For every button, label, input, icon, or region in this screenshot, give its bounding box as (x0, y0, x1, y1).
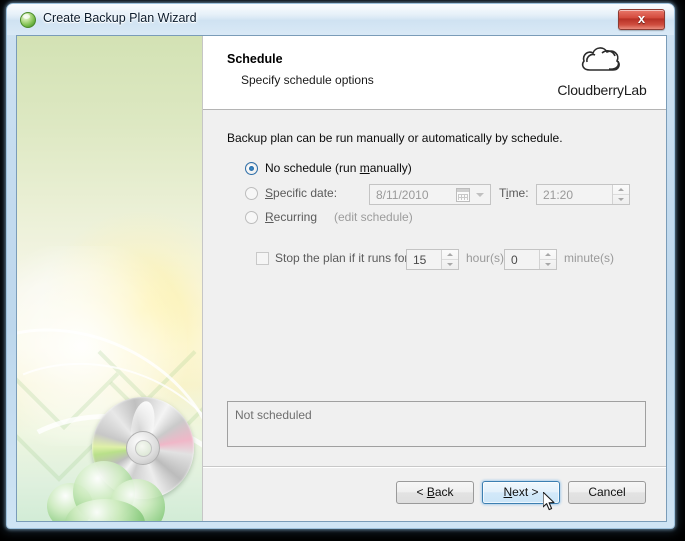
cloudberrylab-logo: CloudberryLab (548, 44, 656, 106)
wizard-banner-image (17, 36, 203, 521)
stop-hours-input[interactable]: 15 (406, 249, 459, 270)
stop-hours-value: 15 (413, 253, 427, 267)
time-spinner-up[interactable] (613, 185, 629, 195)
page-title: Schedule (227, 52, 283, 66)
edit-schedule-link[interactable]: (edit schedule) (334, 210, 413, 224)
date-picker[interactable]: 8/11/2010 (369, 184, 491, 205)
date-picker-value: 8/11/2010 (376, 188, 429, 202)
radio-no-schedule-indicator (245, 162, 258, 175)
schedule-summary-box: Not scheduled (227, 401, 646, 447)
radio-recurring-label: Recurring (265, 210, 318, 224)
schedule-summary-text: Not scheduled (235, 408, 312, 422)
stop-hours-spinner-down[interactable] (442, 260, 458, 270)
stop-minutes-spinner-up[interactable] (540, 250, 556, 260)
stop-minutes-input[interactable]: 0 (504, 249, 557, 270)
app-icon (20, 12, 36, 28)
stop-hours-spinner[interactable] (441, 250, 458, 269)
calendar-icon (456, 188, 470, 202)
window-title: Create Backup Plan Wizard (43, 11, 197, 25)
content-panel: Schedule Specify schedule options Cloudb… (203, 36, 666, 521)
stop-minutes-unit: minute(s) (564, 251, 615, 265)
close-button[interactable]: x (618, 9, 665, 30)
green-cloud-graphic (47, 455, 172, 521)
time-label: Time: (499, 186, 529, 200)
stop-hours-unit: hour(s) (466, 251, 505, 265)
footer-divider-highlight (203, 467, 666, 468)
cancel-button[interactable]: Cancel (568, 481, 646, 504)
time-spinner[interactable] (612, 185, 629, 204)
close-icon: x (637, 11, 646, 26)
client-area: Schedule Specify schedule options Cloudb… (16, 35, 667, 522)
radio-no-schedule-label: No schedule (run manually) (265, 161, 412, 175)
stop-plan-label: Stop the plan if it runs for: (275, 251, 412, 265)
chevron-down-icon (476, 193, 484, 197)
radio-specific-date-label: Specific date: (265, 186, 338, 200)
time-input[interactable]: 21:20 (536, 184, 630, 205)
stop-minutes-spinner-down[interactable] (540, 260, 556, 270)
time-input-value: 21:20 (543, 188, 574, 202)
page-header: Schedule Specify schedule options Cloudb… (203, 36, 666, 110)
stop-plan-checkbox[interactable] (256, 252, 269, 265)
radio-recurring-indicator (245, 211, 258, 224)
stop-minutes-value: 0 (511, 253, 518, 267)
schedule-description: Backup plan can be run manually or autom… (227, 131, 563, 145)
logo-text: CloudberryLab (557, 82, 647, 98)
time-spinner-down[interactable] (613, 195, 629, 205)
back-button[interactable]: < Back (396, 481, 474, 504)
radio-specific-date-indicator (245, 187, 258, 200)
wizard-window: Create Backup Plan Wizard x Schedule Spe… (6, 3, 675, 529)
next-button[interactable]: Next > (482, 481, 560, 504)
title-bar[interactable]: Create Backup Plan Wizard x (7, 4, 674, 35)
cloud-icon (581, 47, 620, 71)
stop-hours-spinner-up[interactable] (442, 250, 458, 260)
page-subtitle: Specify schedule options (241, 73, 374, 87)
stop-minutes-spinner[interactable] (539, 250, 556, 269)
